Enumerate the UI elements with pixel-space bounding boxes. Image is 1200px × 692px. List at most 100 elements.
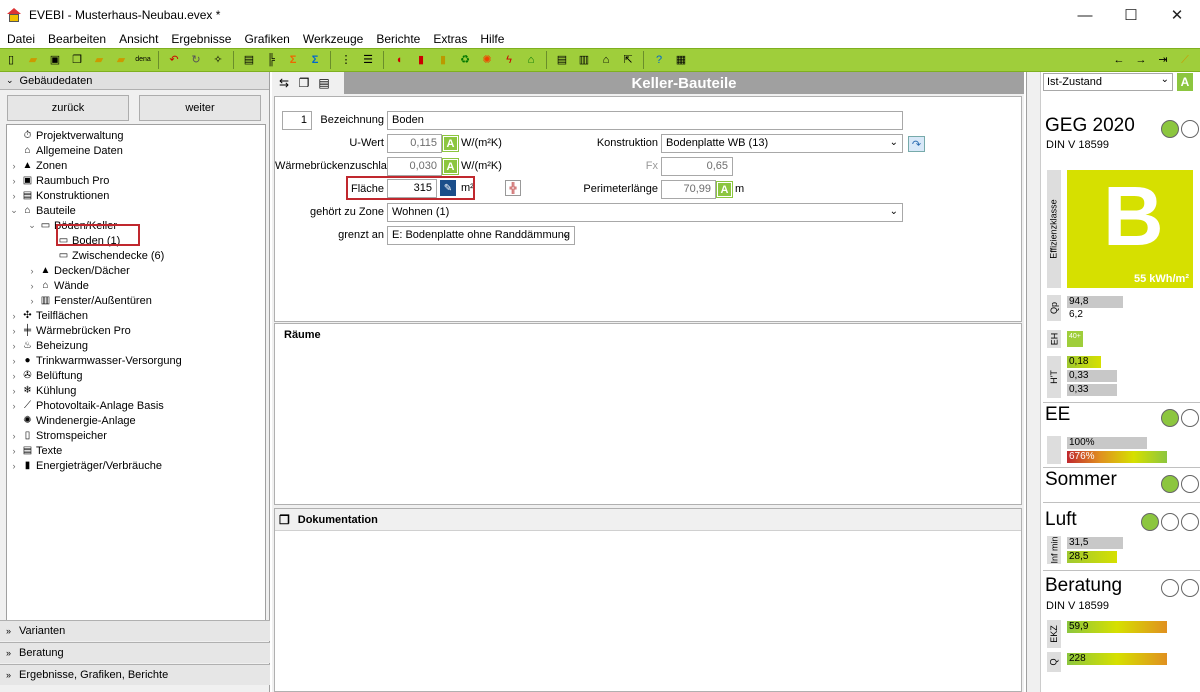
- lightning-icon[interactable]: ϟ: [501, 52, 517, 68]
- tree-item-allgemeine-daten[interactable]: ⌂ Allgemeine Daten: [7, 143, 265, 158]
- tree-item-bauteile[interactable]: ⌄ ⌂ Bauteile: [7, 203, 265, 218]
- tree-item-stromspeicher[interactable]: › ▯ Stromspeicher: [7, 428, 265, 443]
- next-button[interactable]: weiter: [139, 95, 261, 121]
- undo-icon[interactable]: ↶: [166, 52, 182, 68]
- menu-werkzeuge[interactable]: Werkzeuge: [296, 30, 369, 48]
- expand-toggle-icon[interactable]: ›: [27, 296, 37, 306]
- save-icon[interactable]: ▣: [47, 52, 63, 68]
- menu-bearbeiten[interactable]: Bearbeiten: [41, 30, 112, 48]
- sun-icon[interactable]: ✺: [479, 52, 495, 68]
- document-icon[interactable]: ▤: [241, 52, 257, 68]
- section-reports[interactable]: » Ergebnisse, Grafiken, Berichte: [0, 664, 270, 685]
- refresh-icon[interactable]: ↻: [188, 52, 204, 68]
- expand-toggle-icon[interactable]: ›: [9, 341, 19, 351]
- back-button[interactable]: zurück: [7, 95, 129, 121]
- expand-toggle-icon[interactable]: ›: [9, 401, 19, 411]
- sum-blue-icon[interactable]: Σ: [307, 52, 323, 68]
- close-button[interactable]: ✕: [1154, 0, 1200, 30]
- expand-toggle-icon[interactable]: ›: [9, 371, 19, 381]
- tree-item-decken-dächer[interactable]: › ▲ Decken/Dächer: [7, 263, 265, 278]
- expand-toggle-icon[interactable]: ›: [9, 446, 19, 456]
- hierarchy-icon[interactable]: ⋮: [338, 52, 354, 68]
- copy-icon[interactable]: ❐: [69, 52, 85, 68]
- area-calc-icon[interactable]: ╬: [505, 180, 521, 196]
- tree-item-raumbuch-pro[interactable]: › ▣ Raumbuch Pro: [7, 173, 265, 188]
- print-icon[interactable]: ▤: [316, 75, 332, 91]
- expand-toggle-icon[interactable]: ›: [9, 176, 19, 186]
- new-file-icon[interactable]: ▯: [3, 52, 19, 68]
- expand-toggle-icon[interactable]: ›: [9, 191, 19, 201]
- back-arrow-icon[interactable]: ←: [1111, 52, 1127, 68]
- bezeichnung-input[interactable]: Boden: [387, 111, 903, 130]
- chart-red-icon[interactable]: ▮: [413, 52, 429, 68]
- tree-item-belüftung[interactable]: › ✇ Belüftung: [7, 368, 265, 383]
- list-icon[interactable]: ☰: [360, 52, 376, 68]
- export-report-icon[interactable]: ⇱: [620, 52, 636, 68]
- tree-item-energieträger-verbräuche[interactable]: › ▮ Energieträger/Verbräuche: [7, 458, 265, 473]
- expand-toggle-icon[interactable]: ›: [9, 161, 19, 171]
- ruler-icon[interactable]: ⟋: [1177, 52, 1193, 68]
- jump-arrow-icon[interactable]: ⇥: [1155, 52, 1171, 68]
- wand-icon[interactable]: ✧: [210, 52, 226, 68]
- report-icon[interactable]: ▤: [554, 52, 570, 68]
- perimeter-input[interactable]: 70,99: [661, 180, 716, 199]
- house-report-icon[interactable]: ⌂: [598, 52, 614, 68]
- tree-item-wärmebrücken-pro[interactable]: › ╪ Wärmebrücken Pro: [7, 323, 265, 338]
- eco-house-icon[interactable]: ⌂: [523, 52, 539, 68]
- menu-berichte[interactable]: Berichte: [369, 30, 426, 48]
- konstruktion-link-icon[interactable]: ↷: [908, 136, 925, 152]
- tree-item-fenster-außentüren[interactable]: › ▥ Fenster/Außentüren: [7, 293, 265, 308]
- tree-item-texte[interactable]: › ▤ Texte: [7, 443, 265, 458]
- expand-toggle-icon[interactable]: ›: [9, 326, 19, 336]
- tree-item-windenergie-anlage[interactable]: ✺ Windenergie-Anlage: [7, 413, 265, 428]
- fx-input[interactable]: 0,65: [661, 157, 733, 176]
- copy-icon[interactable]: ❐: [296, 75, 312, 91]
- minimize-button[interactable]: —: [1062, 0, 1108, 30]
- recycle-icon[interactable]: ♻: [457, 52, 473, 68]
- expand-toggle-icon[interactable]: ›: [9, 431, 19, 441]
- expand-toggle-icon[interactable]: ›: [9, 461, 19, 471]
- expand-toggle-icon[interactable]: ›: [27, 266, 37, 276]
- expand-toggle-icon[interactable]: ⌄: [9, 205, 19, 216]
- tree-item-projektverwaltung[interactable]: ⏱ Projektverwaltung: [7, 128, 265, 143]
- help-icon[interactable]: ?: [651, 52, 667, 68]
- menu-extras[interactable]: Extras: [426, 30, 473, 48]
- section-varianten[interactable]: » Varianten: [0, 620, 270, 641]
- section-beratung[interactable]: » Beratung: [0, 642, 270, 663]
- results-scrollbar[interactable]: [1027, 72, 1041, 692]
- layout-icon[interactable]: ⇆: [276, 75, 292, 91]
- chart-yellow-icon[interactable]: ▮: [435, 52, 451, 68]
- dena-icon[interactable]: dena: [135, 52, 151, 68]
- menu-grafiken[interactable]: Grafiken: [237, 30, 295, 48]
- maximize-button[interactable]: ☐: [1108, 0, 1154, 30]
- export-icon[interactable]: ▰: [113, 52, 129, 68]
- menu-ergebnisse[interactable]: Ergebnisse: [164, 30, 237, 48]
- report-list-icon[interactable]: ▥: [576, 52, 592, 68]
- gebaeudedaten-header[interactable]: ⌄ Gebäudedaten: [0, 72, 269, 90]
- tree-item-konstruktionen[interactable]: › ▤ Konstruktionen: [7, 188, 265, 203]
- tree-item-zonen[interactable]: › ▲ Zonen: [7, 158, 265, 173]
- calculator-icon[interactable]: ▦: [673, 52, 689, 68]
- tree-icon[interactable]: ╠: [263, 52, 279, 68]
- expand-toggle-icon[interactable]: ›: [9, 386, 19, 396]
- tree-item-trinkwarmwasser-versorgung[interactable]: › ● Trinkwarmwasser-Versorgung: [7, 353, 265, 368]
- zone-select[interactable]: Wohnen (1) ⌄: [387, 203, 903, 222]
- boiler-icon[interactable]: ◖: [391, 52, 407, 68]
- tree-item-wände[interactable]: › ⌂ Wände: [7, 278, 265, 293]
- grenzt-select[interactable]: E: Bodenplatte ohne Randdämmung ⌄: [387, 226, 575, 245]
- wbz-input[interactable]: 0,030: [387, 157, 442, 176]
- tree-item-zwischendecke-6-[interactable]: ▭ Zwischendecke (6): [7, 248, 265, 263]
- konstruktion-select[interactable]: Bodenplatte WB (13) ⌄: [661, 134, 903, 153]
- menu-datei[interactable]: Datei: [0, 30, 41, 48]
- menu-ansicht[interactable]: Ansicht: [112, 30, 164, 48]
- expand-toggle-icon[interactable]: ›: [27, 281, 37, 291]
- expand-toggle-icon[interactable]: ⌄: [27, 220, 37, 231]
- expand-toggle-icon[interactable]: ›: [9, 311, 19, 321]
- sum-orange-icon[interactable]: Σ: [285, 52, 301, 68]
- tree-item-photovoltaik-anlage-basis[interactable]: › ⟋ Photovoltaik-Anlage Basis: [7, 398, 265, 413]
- tree-item-beheizung[interactable]: › ♨ Beheizung: [7, 338, 265, 353]
- expand-toggle-icon[interactable]: ›: [9, 356, 19, 366]
- tree-item-teilflächen[interactable]: › ✣ Teilflächen: [7, 308, 265, 323]
- import-icon[interactable]: ▰: [91, 52, 107, 68]
- state-select[interactable]: Ist-Zustand ⌄: [1043, 73, 1173, 91]
